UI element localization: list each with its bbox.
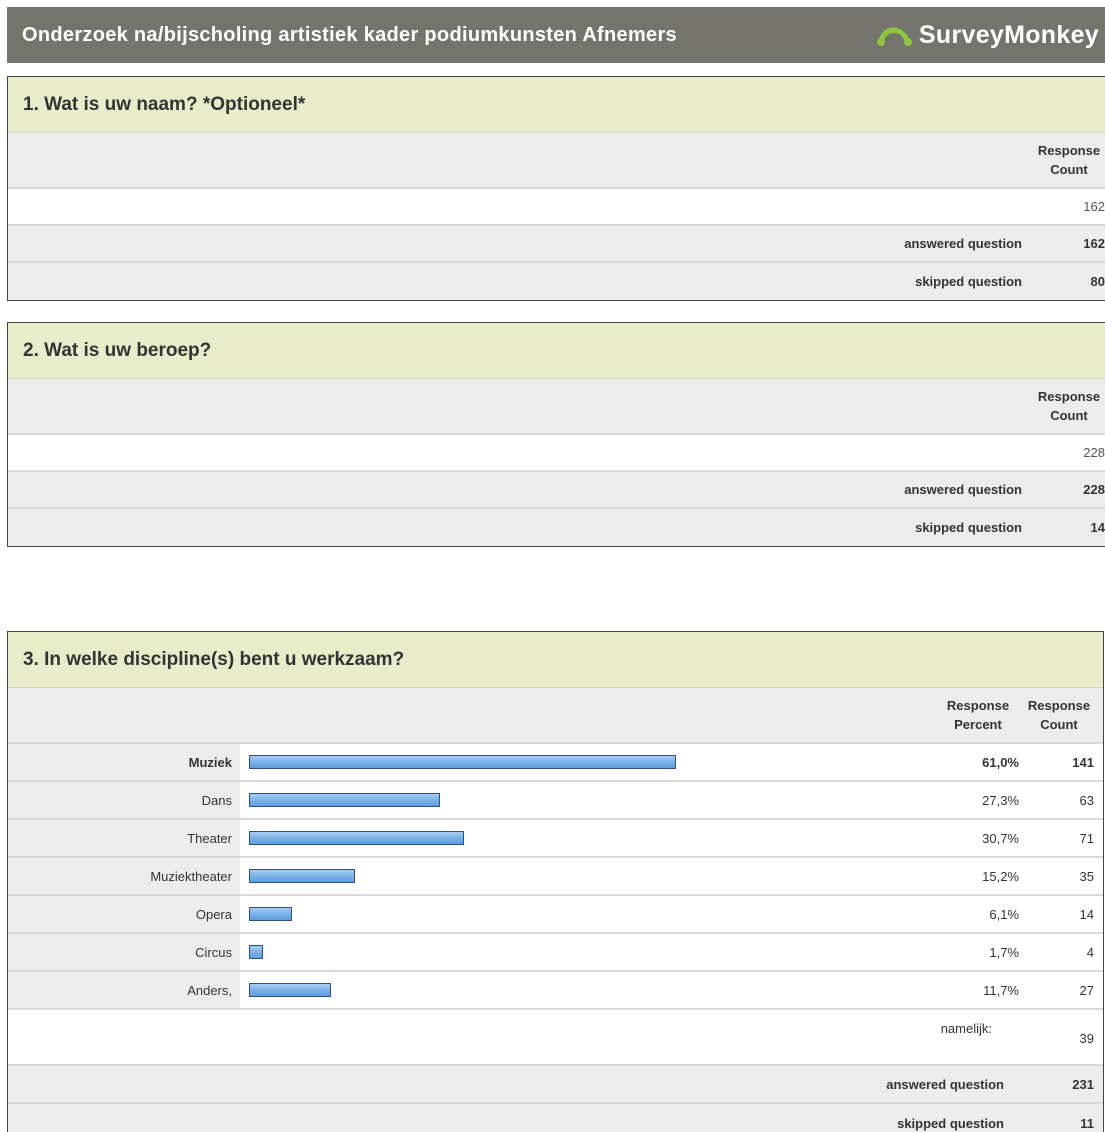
q1-answered-label: answered question (904, 236, 1022, 251)
q2-answered-row: answered question 228 (8, 472, 1105, 509)
q3-row-1: Dans 27,3% 63 (8, 782, 1103, 820)
q3-other-row: namelijk: 39 (8, 1010, 1103, 1066)
category-label: Muziektheater (8, 858, 240, 894)
question-1-panel: 1. Wat is uw naam? *Optioneel* Response … (7, 76, 1105, 301)
logo-text: SurveyMonkey (918, 20, 1099, 49)
bar-area (240, 972, 922, 1008)
bar-2 (249, 831, 464, 845)
q2-skipped-row: skipped question 14 (8, 509, 1105, 546)
percent-label: 30,7% (982, 830, 1019, 846)
q1-count-row: 162 (8, 189, 1105, 226)
q2-col-response-count: Response Count (1037, 389, 1101, 423)
category-label: Opera (8, 896, 240, 932)
q3-row-4: Opera 6,1% 14 (8, 896, 1103, 934)
q1-col-response-count: Response Count (1037, 143, 1101, 177)
count-label: 4 (1086, 944, 1094, 960)
q3-col-response-percent: Response Percent (946, 698, 1010, 732)
count-label: 14 (1079, 906, 1094, 922)
category-label: Dans (8, 782, 240, 818)
bar-area (240, 820, 922, 856)
count-label: 141 (1072, 754, 1094, 770)
category-label: Theater (8, 820, 240, 856)
percent-label: 27,3% (982, 792, 1019, 808)
q2-answered-label: answered question (904, 482, 1022, 497)
q3-skipped-row: skipped question 11 (8, 1104, 1103, 1132)
category-label: Muziek (8, 744, 240, 780)
surveymonkey-logo[interactable]: SurveyMonkey (875, 21, 1099, 50)
question-3-title: 3. In welke discipline(s) bent u werkzaa… (8, 632, 1103, 688)
percent-label: 15,2% (982, 868, 1019, 884)
count-label: 35 (1079, 868, 1094, 884)
survey-title: Onderzoek na/bijscholing artistiek kader… (22, 23, 677, 46)
percent-label: 1,7% (989, 944, 1019, 960)
percent-label: 61,0% (982, 754, 1019, 770)
question-2-panel: 2. Wat is uw beroep? Response Count 228 … (7, 322, 1105, 547)
q1-count: 162 (1083, 199, 1105, 214)
bar-area (240, 782, 922, 818)
count-label: 27 (1079, 982, 1094, 998)
count-label: 63 (1079, 792, 1094, 808)
bar-6 (249, 983, 331, 997)
bar-area (240, 896, 922, 932)
bar-area (240, 858, 922, 894)
bar-5 (249, 945, 263, 959)
q3-skipped-label: skipped question (897, 1115, 1004, 1131)
q3-col-response-count: Response Count (1027, 698, 1091, 732)
q3-skipped-value: 11 (1080, 1115, 1094, 1131)
count-label: 71 (1079, 830, 1094, 846)
q1-answered-value: 162 (1083, 236, 1105, 251)
q2-answered-value: 228 (1083, 482, 1105, 497)
bar-0 (249, 755, 676, 769)
q3-header-row: Response Percent Response Count (8, 688, 1103, 744)
q1-skipped-row: skipped question 80 (8, 263, 1105, 300)
q3-row-0: Muziek 61,0% 141 (8, 744, 1103, 782)
q3-row-2: Theater 30,7% 71 (8, 820, 1103, 858)
percent-label: 6,1% (989, 906, 1019, 922)
q1-answered-row: answered question 162 (8, 226, 1105, 263)
q3-answered-row: answered question 231 (8, 1066, 1103, 1104)
bar-area (240, 934, 922, 970)
category-label: Circus (8, 934, 240, 970)
question-2-title: 2. Wat is uw beroep? (8, 323, 1105, 379)
percent-label: 11,7% (983, 982, 1019, 998)
q3-row-6: Anders, 11,7% 27 (8, 972, 1103, 1010)
q1-header-row: Response Count (8, 133, 1105, 189)
bar-1 (249, 793, 440, 807)
bar-area (240, 744, 922, 780)
q2-header-row: Response Count (8, 379, 1105, 435)
q3-answered-value: 231 (1072, 1076, 1094, 1092)
q1-skipped-value: 80 (1090, 274, 1105, 289)
q3-other-label: namelijk: (940, 1021, 992, 1036)
q3-other-count: 39 (1079, 1031, 1094, 1046)
survey-header: Onderzoek na/bijscholing artistiek kader… (7, 7, 1105, 63)
q2-count: 228 (1083, 445, 1105, 460)
q2-count-row: 228 (8, 435, 1105, 472)
question-1-title: 1. Wat is uw naam? *Optioneel* (8, 77, 1105, 133)
category-label: Anders, (8, 972, 240, 1008)
q2-skipped-label: skipped question (915, 520, 1022, 535)
monkey-logo-icon (876, 27, 912, 46)
bar-4 (249, 907, 292, 921)
q1-skipped-label: skipped question (915, 274, 1022, 289)
q3-answered-label: answered question (886, 1076, 1004, 1092)
q2-skipped-value: 14 (1090, 520, 1105, 535)
q3-row-5: Circus 1,7% 4 (8, 934, 1103, 972)
q3-row-3: Muziektheater 15,2% 35 (8, 858, 1103, 896)
bar-3 (249, 869, 355, 883)
q3-data-rows: Muziek 61,0% 141 Dans 27,3% 63 Theater 30,7% 71 M… (8, 744, 1103, 1010)
question-3-panel: 3. In welke discipline(s) bent u werkzaa… (7, 631, 1104, 1132)
